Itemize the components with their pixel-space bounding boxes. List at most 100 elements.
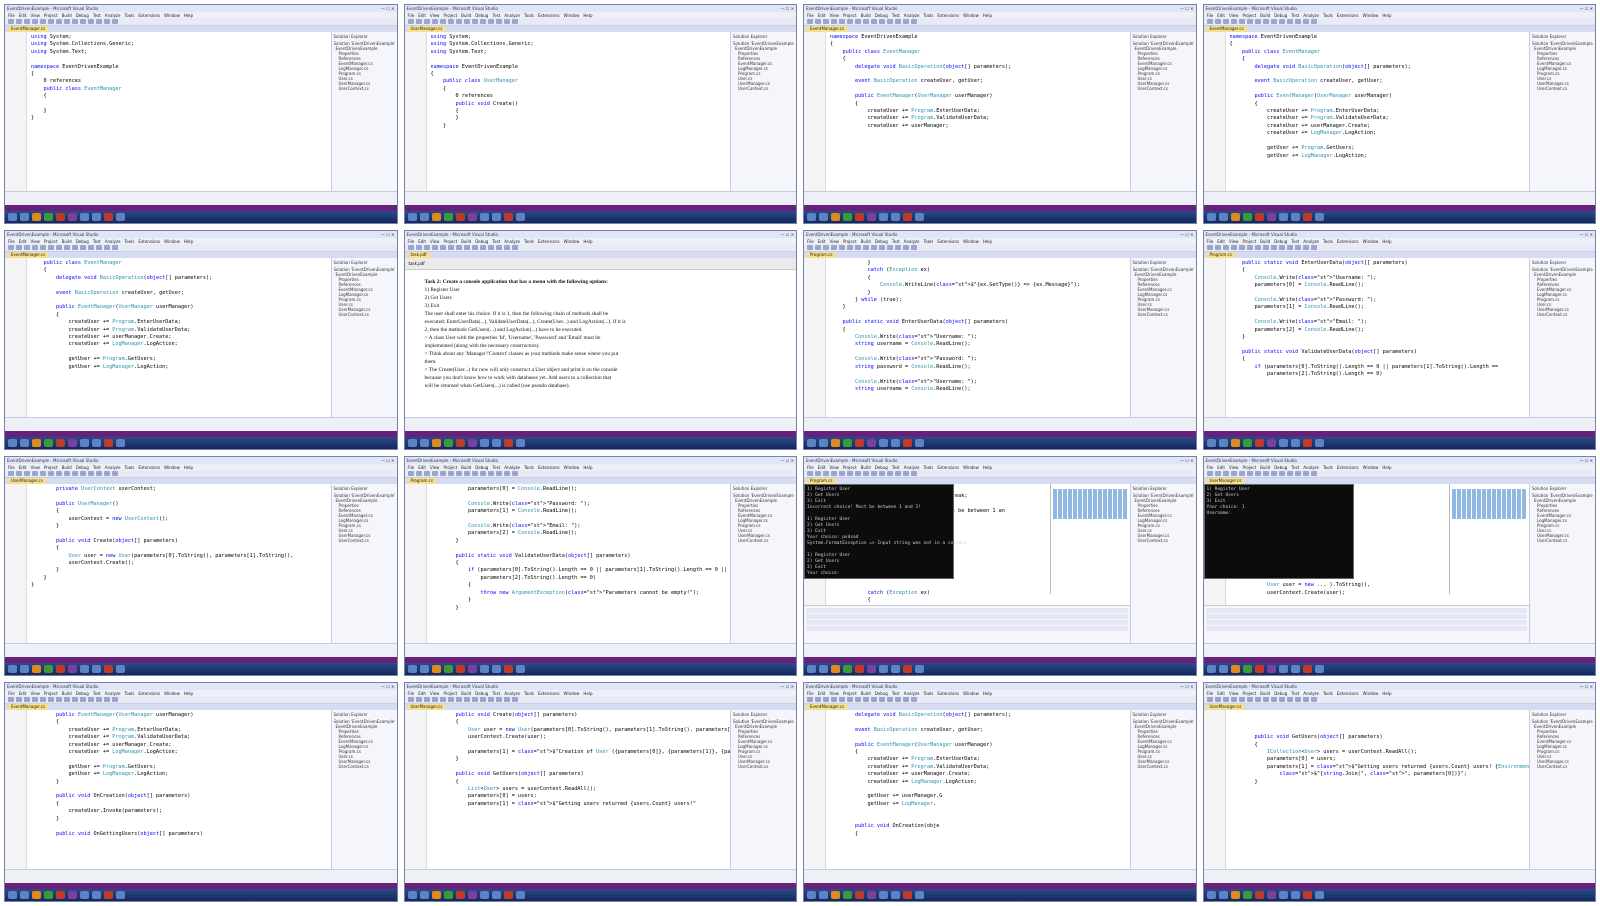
taskbar-app-icon[interactable] [92, 665, 101, 673]
taskbar-app-icon[interactable] [8, 213, 17, 221]
solution-node[interactable]: UserContext.cs [1532, 86, 1593, 91]
taskbar-app-icon[interactable] [515, 439, 525, 447]
menu-item-view[interactable]: View [30, 239, 40, 244]
toolbar-button[interactable] [479, 19, 486, 24]
taskbar-app-icon[interactable] [104, 439, 113, 447]
toolbar-button[interactable] [887, 245, 893, 250]
menu-item-debug[interactable]: Debug [875, 13, 888, 18]
menu-item-build[interactable]: Build [461, 465, 471, 470]
taskbar-app-icon[interactable] [68, 665, 77, 673]
toolbar-button[interactable] [895, 697, 901, 702]
taskbar-app-icon[interactable] [407, 439, 417, 447]
toolbar-button[interactable] [16, 471, 22, 476]
toolbar-button[interactable] [431, 19, 438, 24]
toolbar-button[interactable] [847, 697, 853, 702]
menu-item-build[interactable]: Build [1260, 465, 1270, 470]
toolbar-button[interactable] [1206, 19, 1213, 24]
toolbar-button[interactable] [1286, 19, 1293, 24]
toolbar-button[interactable] [1286, 245, 1293, 250]
taskbar-app-icon[interactable] [855, 665, 864, 673]
taskbar-app-icon[interactable] [431, 891, 441, 899]
taskbar-app-icon[interactable] [1278, 439, 1288, 447]
toolbar-button[interactable] [56, 245, 62, 250]
menu-item-build[interactable]: Build [461, 239, 471, 244]
window-controls[interactable]: — ☐ ✕ [1180, 6, 1193, 11]
toolbar-button[interactable] [495, 471, 502, 476]
toolbar-button[interactable] [32, 471, 38, 476]
taskbar-app-icon[interactable] [419, 439, 429, 447]
taskbar-app-icon[interactable] [831, 891, 840, 899]
toolbar-button[interactable] [1302, 19, 1309, 24]
toolbar-button[interactable] [463, 471, 470, 476]
toolbar-button[interactable] [40, 245, 46, 250]
menu-item-project[interactable]: Project [1242, 465, 1256, 470]
taskbar-app-icon[interactable] [819, 213, 828, 221]
toolbar-button[interactable] [80, 471, 86, 476]
window-controls[interactable]: — ☐ ✕ [781, 6, 794, 11]
toolbar-button[interactable] [487, 471, 494, 476]
toolbar-button[interactable] [839, 245, 845, 250]
menu-item-edit[interactable]: Edit [1217, 465, 1225, 470]
toolbar-button[interactable] [823, 471, 829, 476]
taskbar-app-icon[interactable] [407, 891, 417, 899]
toolbar-button[interactable] [1270, 19, 1277, 24]
toolbar-button[interactable] [911, 245, 917, 250]
taskbar-app-icon[interactable] [491, 891, 501, 899]
menu-item-debug[interactable]: Debug [875, 691, 888, 696]
menu-item-debug[interactable]: Debug [1274, 13, 1287, 18]
toolbar-button[interactable] [24, 19, 30, 24]
toolbar-button[interactable] [855, 697, 861, 702]
toolbar-button[interactable] [104, 245, 110, 250]
menu-item-help[interactable]: Help [583, 465, 592, 470]
taskbar-app-icon[interactable] [8, 665, 17, 673]
menu-item-view[interactable]: View [30, 691, 40, 696]
toolbar-button[interactable] [1278, 19, 1285, 24]
toolbar-button[interactable] [1246, 471, 1253, 476]
toolbar-button[interactable] [823, 19, 829, 24]
taskbar-app-icon[interactable] [503, 891, 513, 899]
menu-item-help[interactable]: Help [983, 691, 992, 696]
menu-item-extensions[interactable]: Extensions [538, 239, 560, 244]
taskbar-app-icon[interactable] [1254, 213, 1264, 221]
menu-item-build[interactable]: Build [861, 239, 871, 244]
taskbar-app-icon[interactable] [1206, 213, 1216, 221]
taskbar-app-icon[interactable] [491, 213, 501, 221]
toolbar-button[interactable] [415, 471, 422, 476]
window-controls[interactable]: — ☐ ✕ [1180, 684, 1193, 689]
toolbar-button[interactable] [895, 471, 901, 476]
toolbar-button[interactable] [1302, 245, 1309, 250]
toolbar-button[interactable] [1246, 245, 1253, 250]
taskbar-app-icon[interactable] [515, 213, 525, 221]
toolbar-button[interactable] [423, 697, 430, 702]
menu-item-test[interactable]: Test [492, 465, 500, 470]
toolbar-button[interactable] [88, 19, 94, 24]
toolbar-button[interactable] [415, 697, 422, 702]
menu-item-debug[interactable]: Debug [76, 239, 89, 244]
code-text[interactable]: parameters[0] = Console.ReadLine(); Cons… [427, 484, 731, 643]
window-controls[interactable]: — ☐ ✕ [381, 6, 394, 11]
menu-item-window[interactable]: Window [564, 465, 580, 470]
menu-item-window[interactable]: Window [164, 13, 180, 18]
window-controls[interactable]: — ☐ ✕ [1580, 232, 1593, 237]
toolbar-button[interactable] [487, 19, 494, 24]
menu-item-edit[interactable]: Edit [818, 691, 826, 696]
menu-item-test[interactable]: Test [892, 465, 900, 470]
menu-item-debug[interactable]: Debug [1274, 691, 1287, 696]
taskbar-app-icon[interactable] [1314, 439, 1324, 447]
toolbar-button[interactable] [1286, 697, 1293, 702]
toolbar-button[interactable] [1294, 245, 1301, 250]
toolbar-button[interactable] [1214, 471, 1221, 476]
toolbar-button[interactable] [903, 19, 909, 24]
menu-item-extensions[interactable]: Extensions [538, 13, 560, 18]
window-controls[interactable]: — ☐ ✕ [781, 232, 794, 237]
menu-item-analyze[interactable]: Analyze [504, 13, 520, 18]
menu-item-build[interactable]: Build [1260, 239, 1270, 244]
taskbar-app-icon[interactable] [455, 213, 465, 221]
toolbar-button[interactable] [1286, 471, 1293, 476]
toolbar-button[interactable] [495, 19, 502, 24]
toolbar-button[interactable] [471, 19, 478, 24]
taskbar-app-icon[interactable] [1314, 891, 1324, 899]
toolbar-button[interactable] [447, 19, 454, 24]
taskbar-app-icon[interactable] [491, 439, 501, 447]
taskbar-app-icon[interactable] [1230, 665, 1240, 673]
